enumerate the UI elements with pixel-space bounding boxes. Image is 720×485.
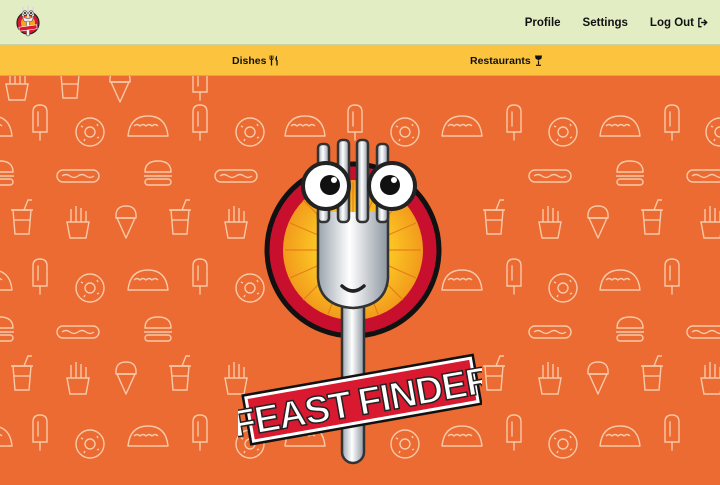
wine-glass-icon	[534, 55, 542, 66]
feast-finder-logo: FEASTFINDER	[238, 138, 482, 465]
account-nav: Profile Settings Log Out	[525, 0, 708, 45]
profile-label: Profile	[524, 16, 561, 29]
settings-link[interactable]: Settings	[583, 17, 628, 29]
profile-link[interactable]: Profile	[525, 17, 561, 29]
logout-link[interactable]: Log Out	[650, 17, 708, 29]
dishes-label: Dishes	[232, 54, 267, 67]
category-navbar: Dishes Restaurants	[0, 45, 720, 76]
top-navbar: Profile Settings Log Out	[0, 0, 720, 45]
restaurants-link[interactable]: Restaurants	[470, 45, 543, 76]
logout-label: Log Out	[649, 16, 694, 29]
pattern-row	[5, 76, 208, 103]
restaurants-label: Restaurants	[470, 54, 531, 67]
sign-out-icon	[698, 17, 708, 28]
utensils-icon	[269, 55, 279, 66]
dishes-link[interactable]: Dishes	[232, 45, 279, 76]
hero-section: FEASTFINDER	[0, 76, 720, 485]
fork-mascot-icon[interactable]	[14, 4, 42, 40]
settings-label: Settings	[582, 16, 628, 29]
